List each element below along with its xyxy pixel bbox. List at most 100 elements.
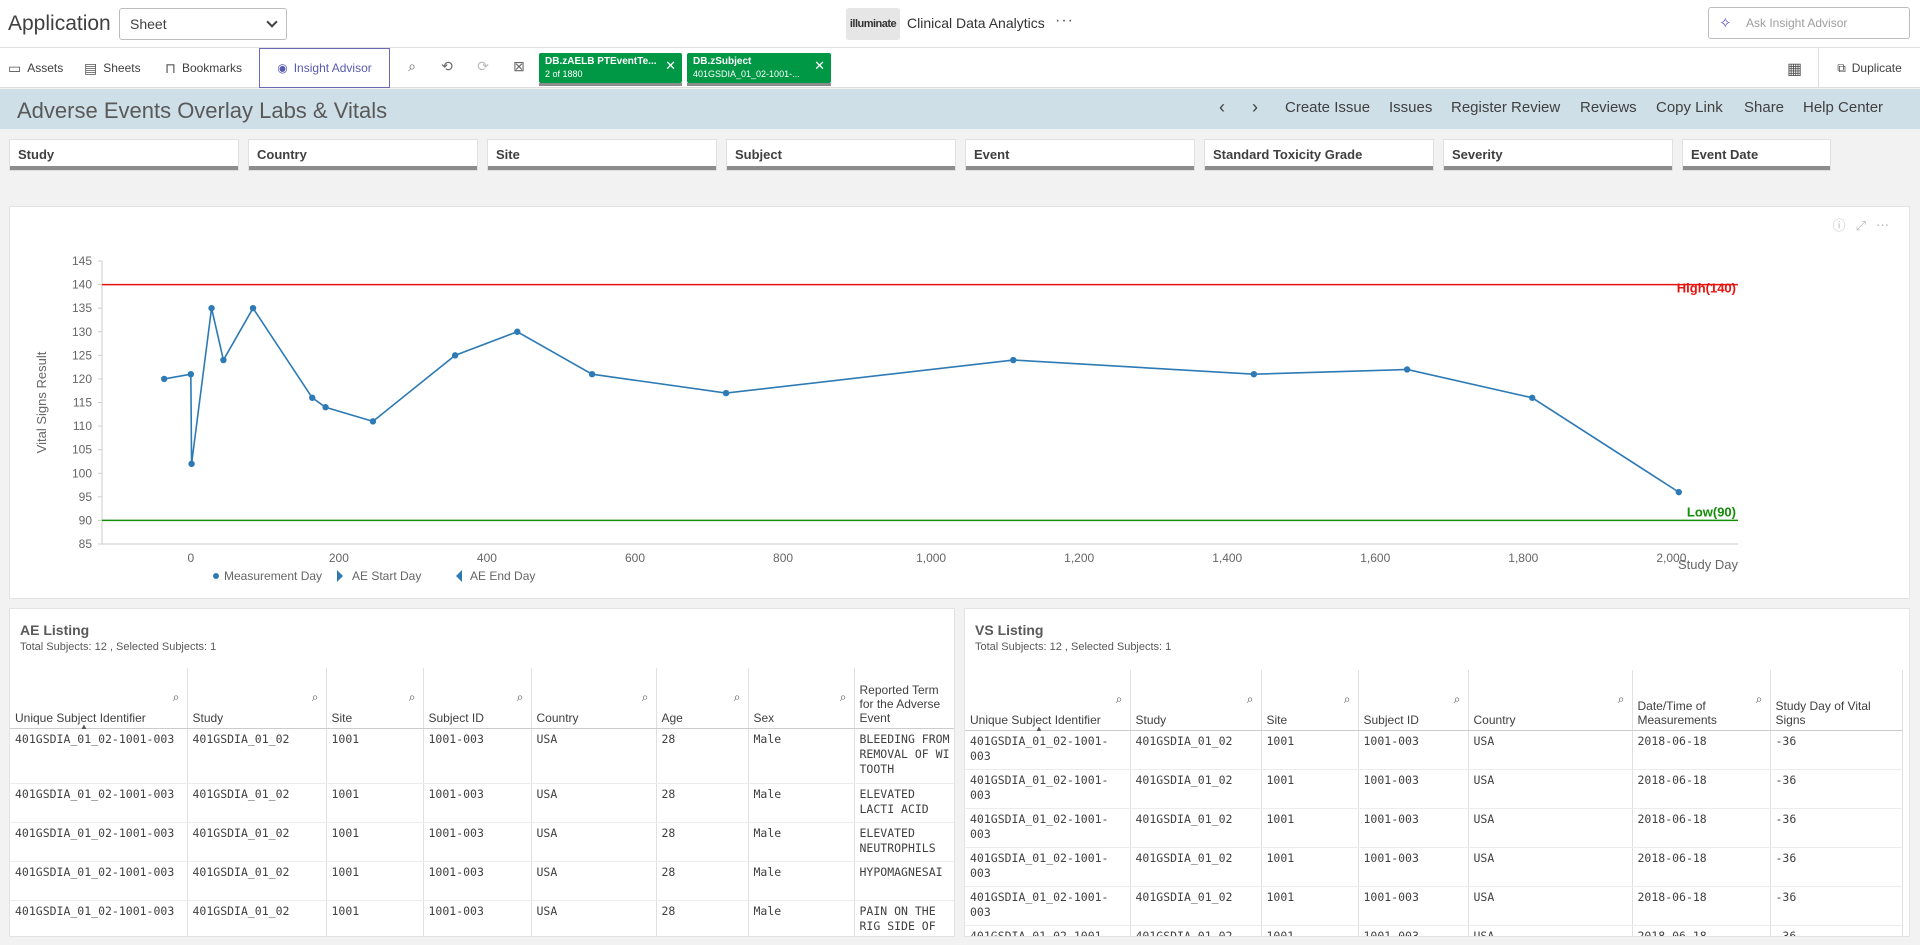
table-row[interactable]: 401GSDIA_01_02-1001-003 401GSDIA_01_02 100…	[10, 783, 954, 823]
more-options-icon[interactable]: ···	[1055, 12, 1074, 30]
search-icon[interactable]: ⌕	[734, 690, 741, 705]
table-cell: 401GSDIA_01_02-1001-003	[965, 808, 1131, 848]
ask-placeholder: Ask Insight Advisor	[1746, 16, 1848, 30]
step-back-icon[interactable]: ⟲	[437, 58, 457, 78]
table-row[interactable]: 401GSDIA_01_02-1001-003 401GSDIA_01_02 100…	[10, 728, 954, 784]
column-header[interactable]: Site ⌕	[326, 668, 424, 729]
column-header[interactable]: Unique Subject Identifier ⌕ ▲	[10, 668, 188, 731]
y-tick-label: 100	[72, 466, 92, 480]
close-icon[interactable]: ✕	[665, 59, 676, 72]
share-link[interactable]: Share	[1744, 99, 1784, 116]
filter-event[interactable]: Event	[965, 139, 1195, 171]
ae-listing-panel: AE Listing Total Subjects: 12 , Selected…	[9, 608, 955, 937]
duplicate-button[interactable]: ⧉ Duplicate	[1818, 48, 1920, 88]
table-row[interactable]: 401GSDIA_01_02-1001-003 401GSDIA_01_02 100…	[10, 900, 954, 936]
selection-chip-subject[interactable]: DB.zSubject 401GSDIA_01_02-1001-... ✕	[687, 53, 831, 86]
table-cell: USA	[1468, 847, 1633, 887]
selection-chip-aelb[interactable]: DB.zAELB PTEventTe... 2 of 1880 ✕	[539, 53, 682, 86]
insight-advisor-button[interactable]: ◉ Insight Advisor	[259, 48, 390, 88]
search-icon[interactable]: ⌕	[840, 690, 847, 705]
data-point	[722, 389, 730, 397]
table-cell: USA	[1468, 808, 1633, 848]
table-row[interactable]: 401GSDIA_01_02-1001-003 401GSDIA_01_02 100…	[965, 730, 1903, 770]
search-icon[interactable]: ⌕	[1756, 692, 1763, 707]
column-header[interactable]: Study Day of Vital Signs	[1770, 670, 1903, 731]
table-row[interactable]: 401GSDIA_01_02-1001-003 401GSDIA_01_02 100…	[965, 886, 1903, 926]
chevron-right-icon[interactable]: ›	[1252, 97, 1258, 118]
table-row[interactable]: 401GSDIA_01_02-1001-003 401GSDIA_01_02 100…	[10, 822, 954, 862]
column-header[interactable]: Subject ID ⌕	[423, 668, 532, 729]
sheet-select-value: Sheet	[130, 16, 167, 32]
column-header[interactable]: Country ⌕	[1468, 670, 1633, 731]
search-icon[interactable]: ⌕	[1247, 692, 1254, 707]
search-icon[interactable]: ⌕	[1454, 692, 1461, 707]
search-icon[interactable]: ⌕	[1618, 692, 1625, 707]
chevron-left-icon[interactable]: ‹	[1219, 97, 1225, 118]
table-row[interactable]: 401GSDIA_01_02-1001-003 401GSDIA_01_02 100…	[10, 861, 954, 901]
filter-subject[interactable]: Subject	[726, 139, 956, 171]
sheet-header: Adverse Events Overlay Labs & Vitals ‹ ›…	[0, 89, 1920, 129]
table-cell: -36	[1770, 808, 1903, 848]
y-tick-label: 145	[72, 254, 92, 268]
assets-button[interactable]: ▭ Assets	[8, 48, 63, 88]
column-header[interactable]: Country ⌕	[531, 668, 657, 729]
table-cell: USA	[1468, 769, 1633, 809]
grid-icon[interactable]: ▦	[1787, 59, 1802, 79]
help-center-link[interactable]: Help Center	[1803, 99, 1883, 116]
filter-bar	[1444, 166, 1672, 170]
bookmarks-button[interactable]: ⊓ Bookmarks	[165, 48, 242, 88]
filter-country[interactable]: Country	[248, 139, 478, 171]
app-logo: illuminate	[846, 8, 900, 40]
table-cell: USA	[1468, 925, 1633, 936]
column-header[interactable]: Study ⌕	[187, 668, 327, 729]
table-row[interactable]: 401GSDIA_01_02-1001-003 401GSDIA_01_02 100…	[965, 847, 1903, 887]
close-icon[interactable]: ✕	[814, 59, 825, 72]
table-row[interactable]: 401GSDIA_01_02-1001-003 401GSDIA_01_02 100…	[965, 769, 1903, 809]
search-icon[interactable]: ⌕	[1116, 692, 1123, 707]
y-tick-label: 110	[73, 419, 92, 433]
filter-event-date[interactable]: Event Date	[1682, 139, 1831, 171]
copy-link-link[interactable]: Copy Link	[1656, 99, 1723, 116]
search-icon[interactable]: ⌕	[1344, 692, 1351, 707]
register-review-link[interactable]: Register Review	[1451, 99, 1560, 116]
sort-ascending-icon[interactable]: ▲	[80, 722, 88, 731]
table-row[interactable]: 401GSDIA_01_02-1001-003 401GSDIA_01_02 100…	[965, 808, 1903, 848]
duplicate-icon: ⧉	[1837, 60, 1846, 75]
create-issue-link[interactable]: Create Issue	[1285, 99, 1370, 116]
filter-standard-toxicity-grade[interactable]: Standard Toxicity Grade	[1204, 139, 1434, 171]
filter-site[interactable]: Site	[487, 139, 717, 171]
table-row[interactable]: 401GSDIA_01_02-1001- 401GSDIA_01_02 1001 10…	[965, 925, 1903, 936]
reviews-link[interactable]: Reviews	[1580, 99, 1637, 116]
column-header[interactable]: Subject ID ⌕	[1358, 670, 1469, 731]
search-icon[interactable]: ⌕	[173, 690, 180, 705]
column-header[interactable]: Unique Subject Identifier ⌕ ▲	[965, 670, 1131, 733]
filter-study[interactable]: Study	[9, 139, 239, 171]
sheet-select[interactable]: Sheet	[119, 8, 287, 40]
search-icon[interactable]: ⌕	[642, 690, 649, 705]
column-header[interactable]: Sex ⌕	[748, 668, 855, 729]
search-icon[interactable]: ⌕	[517, 690, 524, 705]
search-icon[interactable]: ⌕	[312, 690, 319, 705]
column-header[interactable]: Date/Time of Measurements ⌕	[1632, 670, 1771, 731]
smart-search-icon[interactable]: ⌕	[402, 58, 422, 78]
step-forward-icon[interactable]: ⟳	[473, 58, 493, 78]
search-icon[interactable]: ⌕	[409, 690, 416, 705]
filter-bar	[1683, 166, 1830, 170]
sort-ascending-icon[interactable]: ▲	[1035, 724, 1043, 733]
x-tick-label: 1,800	[1508, 551, 1538, 565]
table-cell: 1001-003	[1358, 847, 1469, 887]
column-header[interactable]: Study ⌕	[1130, 670, 1262, 731]
clear-selections-icon[interactable]: ⊠	[509, 58, 529, 78]
data-point	[1250, 371, 1258, 378]
table-cell: 401GSDIA_01_02	[1130, 847, 1262, 887]
sheets-button[interactable]: ▤ Sheets	[84, 48, 141, 88]
issues-link[interactable]: Issues	[1389, 99, 1432, 116]
table-cell: 2018-06-18	[1632, 847, 1771, 887]
column-header[interactable]: Reported Term for the Adverse Event	[854, 668, 954, 729]
ask-insight-advisor-input[interactable]: ✧ Ask Insight Advisor	[1708, 7, 1910, 39]
filter-severity[interactable]: Severity	[1443, 139, 1673, 171]
column-header[interactable]: Site ⌕	[1261, 670, 1359, 731]
table-cell: 401GSDIA_01_02-1001-003	[10, 783, 188, 823]
column-header[interactable]: Age ⌕	[656, 668, 749, 729]
filter-label: Country	[257, 147, 307, 162]
